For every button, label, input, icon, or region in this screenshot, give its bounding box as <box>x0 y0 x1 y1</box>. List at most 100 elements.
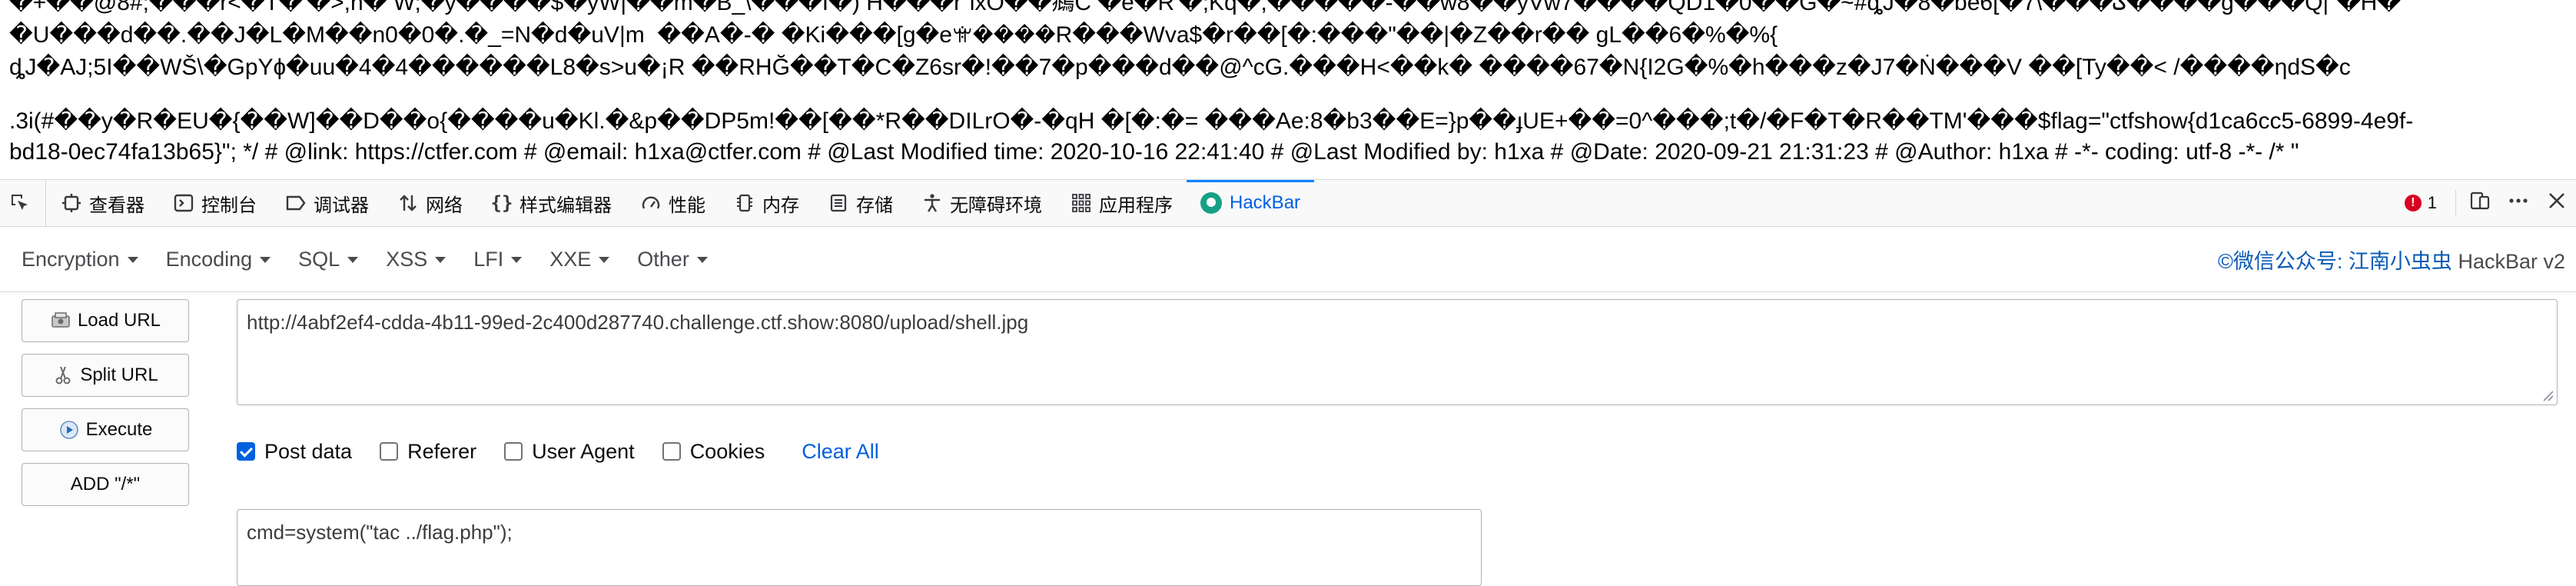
tab-label: 内存 <box>762 195 799 216</box>
menu-label: XXE <box>549 248 592 271</box>
page-text-line: ȡJ�AJ;5I��WŠ\�GpYɸ�uu�4�4������L8�s>u�¡R… <box>9 55 2351 80</box>
error-icon: ! <box>2404 195 2422 211</box>
menu-xxe[interactable]: XXE <box>549 248 610 271</box>
page-text-line: �+��@8#;���r<�T�'�>,h� W;�y����$�yW|��m�… <box>9 0 2402 15</box>
debugger-icon <box>284 191 307 215</box>
tab-label: 样式编辑器 <box>520 195 612 216</box>
wechat-credit: ©微信公众号: 江南小虫虫 <box>2218 250 2452 273</box>
tab-network[interactable]: 网络 <box>383 180 476 226</box>
menu-lfi[interactable]: LFI <box>473 248 523 271</box>
scissors-icon <box>52 365 74 386</box>
tab-label: 无障碍环境 <box>950 195 1042 216</box>
memory-icon <box>733 191 756 215</box>
option-label: Referer <box>407 439 477 463</box>
tab-label: HackBar <box>1230 192 1301 213</box>
inspector-icon <box>60 191 83 215</box>
page-text-line: �U���d��.��J�L�M��n0�0�.�_=N�d�uV|m ��A�… <box>9 22 1778 48</box>
chevron-down-icon <box>260 256 271 263</box>
chevron-down-icon <box>599 256 610 263</box>
tab-label: 调试器 <box>314 195 369 216</box>
storage-icon <box>827 191 850 215</box>
option-label: Cookies <box>689 439 765 463</box>
hackbar-icon <box>1200 192 1222 214</box>
menu-label: Other <box>637 248 689 271</box>
resize-handle-icon[interactable] <box>2540 388 2554 401</box>
option-cookies[interactable]: Cookies <box>662 440 765 464</box>
tab-accessibility[interactable]: 无障碍环境 <box>907 180 1056 226</box>
tab-label: 网络 <box>426 195 463 216</box>
close-icon <box>2547 191 2567 216</box>
checkbox[interactable] <box>662 442 681 461</box>
toolbar-divider <box>2455 190 2456 216</box>
hackbar-version: HackBar v2 <box>2452 250 2565 273</box>
menu-label: Encoding <box>165 248 253 271</box>
button-label: Load URL <box>77 310 161 331</box>
devtools-toolbar: 查看器 控制台 调试器 网络 {} 样式编辑器 性能 内存 存储 无障碍环境 应… <box>0 179 2576 227</box>
option-post-data[interactable]: Post data <box>237 440 352 464</box>
checkbox[interactable] <box>504 442 523 461</box>
execute-button[interactable]: Execute <box>22 408 189 451</box>
element-picker-button[interactable] <box>0 180 46 226</box>
style-editor-icon: {} <box>490 192 513 214</box>
tab-label: 应用程序 <box>1099 195 1173 216</box>
chevron-down-icon <box>347 256 359 263</box>
tab-application[interactable]: 应用程序 <box>1056 180 1187 226</box>
hackbar-brand: ©微信公众号: 江南小虫虫 HackBar v2 <box>2218 245 2565 275</box>
chevron-down-icon <box>127 256 138 263</box>
error-count-badge[interactable]: ! 1 <box>2391 193 2451 213</box>
menu-encryption[interactable]: Encryption <box>22 248 138 271</box>
more-options-button[interactable] <box>2499 184 2538 222</box>
post-data-textarea[interactable]: cmd=system("tac ../flag.php"); <box>237 509 1482 586</box>
load-url-button[interactable]: Load URL <box>22 299 189 342</box>
page-text-line: .3i(#��y�R�EU�{��W]��D��o{����u�Kl.�&p��… <box>9 108 2414 134</box>
clear-all-link[interactable]: Clear All <box>802 440 879 464</box>
accessibility-icon <box>921 191 944 215</box>
option-user-agent[interactable]: User Agent <box>504 440 635 464</box>
tab-label: 性能 <box>669 195 705 216</box>
responsive-design-button[interactable] <box>2461 184 2499 222</box>
menu-label: Encryption <box>22 248 120 271</box>
tab-debugger[interactable]: 调试器 <box>271 180 383 226</box>
error-count: 1 <box>2427 193 2437 212</box>
hackbar-panel: Load URL Split URL Execute ADD "/*" http… <box>0 293 2576 586</box>
play-icon <box>58 419 80 441</box>
tab-hackbar[interactable]: HackBar <box>1187 180 1315 226</box>
menu-xss[interactable]: XSS <box>386 248 446 271</box>
menu-label: SQL <box>298 248 340 271</box>
tab-label: 控制台 <box>201 195 257 216</box>
post-data-value: cmd=system("tac ../flag.php"); <box>247 521 513 544</box>
close-devtools-button[interactable] <box>2538 184 2576 222</box>
load-url-icon <box>50 310 71 331</box>
add-comment-button[interactable]: ADD "/*" <box>22 463 189 506</box>
console-icon <box>172 191 195 215</box>
split-url-button[interactable]: Split URL <box>22 354 189 397</box>
option-referer[interactable]: Referer <box>380 440 476 464</box>
tab-inspector[interactable]: 查看器 <box>46 180 158 226</box>
devtools-right-controls: ! 1 <box>2391 180 2576 226</box>
hackbar-menu: Encryption Encoding SQL XSS LFI XXE Othe… <box>0 228 2576 292</box>
button-label: Execute <box>85 419 153 440</box>
menu-encoding[interactable]: Encoding <box>166 248 271 271</box>
tab-performance[interactable]: 性能 <box>626 180 719 226</box>
chevron-down-icon <box>435 256 446 263</box>
option-label: User Agent <box>532 439 635 463</box>
url-textarea[interactable]: http://4abf2ef4-cdda-4b11-99ed-2c400d287… <box>237 299 2558 405</box>
menu-other[interactable]: Other <box>637 248 708 271</box>
url-value: http://4abf2ef4-cdda-4b11-99ed-2c400d287… <box>247 311 1029 334</box>
chevron-down-icon <box>696 256 708 263</box>
application-icon <box>1070 191 1093 215</box>
request-options: Post data Referer User Agent Cookies Cle… <box>237 436 879 467</box>
responsive-design-icon <box>2469 190 2491 217</box>
more-options-icon <box>2508 190 2529 217</box>
menu-sql[interactable]: SQL <box>298 248 359 271</box>
element-picker-icon <box>8 191 32 215</box>
checkbox-checked[interactable] <box>237 442 255 461</box>
tab-storage[interactable]: 存储 <box>813 180 907 226</box>
tab-label: 存储 <box>856 195 893 216</box>
tab-style-editor[interactable]: {} 样式编辑器 <box>476 180 626 226</box>
menu-label: LFI <box>473 248 504 271</box>
tab-memory[interactable]: 内存 <box>719 180 813 226</box>
checkbox[interactable] <box>380 442 399 461</box>
tab-console[interactable]: 控制台 <box>158 180 271 226</box>
menu-label: XSS <box>386 248 428 271</box>
